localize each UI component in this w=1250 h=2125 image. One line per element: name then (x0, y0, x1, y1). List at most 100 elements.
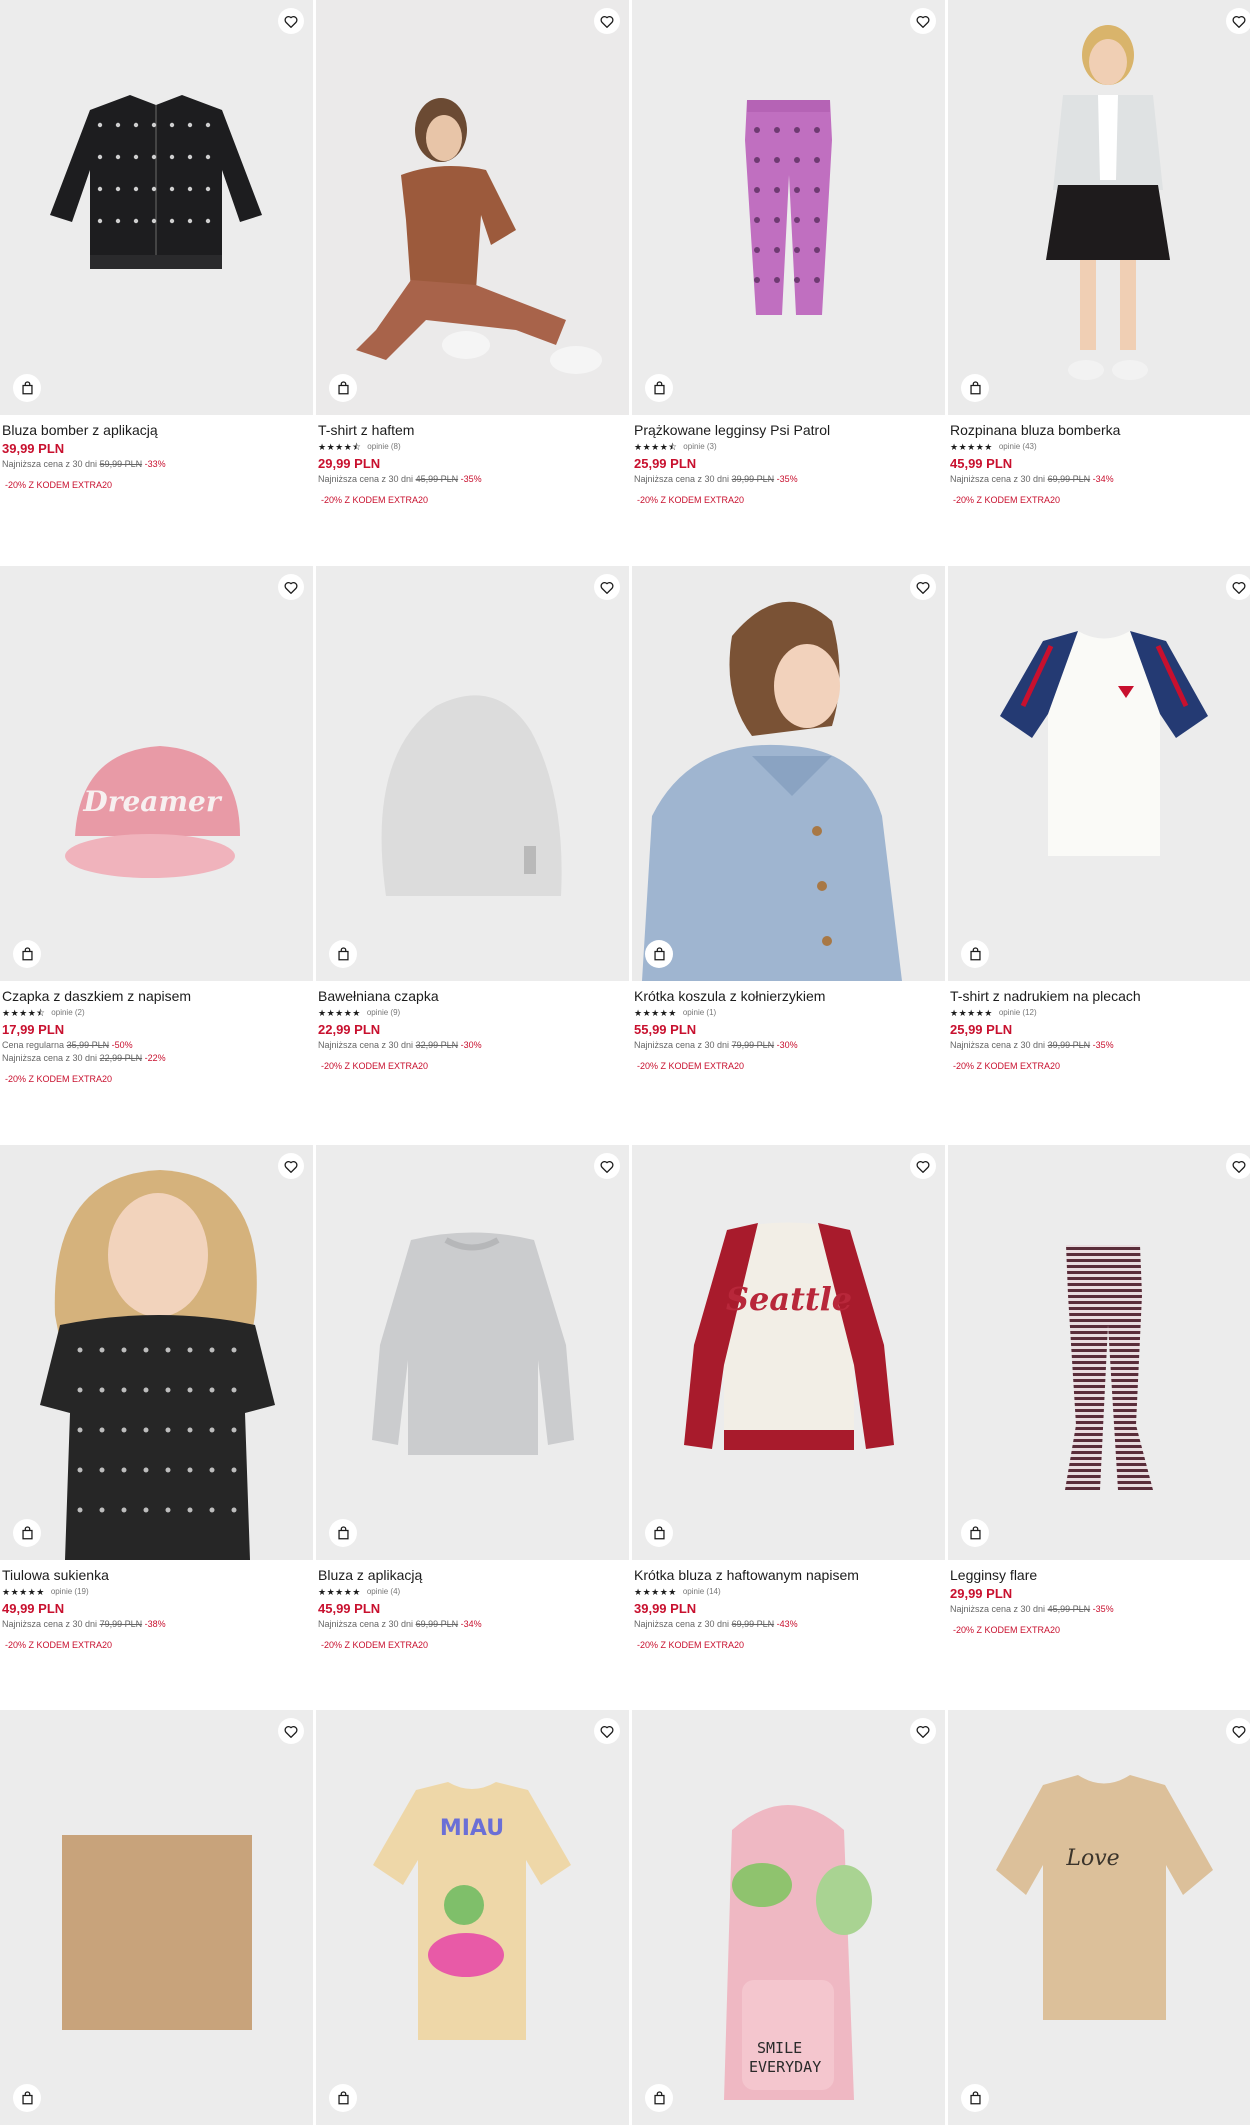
add-to-wishlist-button[interactable] (594, 8, 620, 34)
reviews-count[interactable]: opinie (2) (51, 1006, 84, 1020)
add-to-wishlist-button[interactable] (910, 8, 936, 34)
reviews-count[interactable]: opinie (1) (683, 1006, 716, 1020)
product-price: 29,99 PLN (318, 456, 381, 471)
add-to-cart-button[interactable] (329, 1519, 357, 1547)
shopping-bag-icon (653, 1526, 665, 1540)
add-to-wishlist-button[interactable] (278, 8, 304, 34)
add-to-cart-button[interactable] (961, 374, 989, 402)
add-to-cart-button[interactable] (961, 940, 989, 968)
product-info: Tiulowa sukienka ★★★★★ opinie (19) 49,99… (2, 1566, 307, 1651)
add-to-wishlist-button[interactable] (1226, 1718, 1250, 1744)
heart-icon (284, 15, 298, 28)
product-image[interactable] (632, 0, 945, 415)
heart-icon (284, 581, 298, 594)
product-name[interactable]: T-shirt z nadrukiem na plecach (950, 987, 1250, 1005)
add-to-wishlist-button[interactable] (594, 1718, 620, 1744)
add-to-wishlist-button[interactable] (910, 1153, 936, 1179)
product-name[interactable]: Bawełniana czapka (318, 987, 623, 1005)
product-name[interactable]: Legginsy flare (950, 1566, 1250, 1584)
reviews-count[interactable]: opinie (8) (367, 440, 400, 454)
product-name[interactable]: Bluza bomber z aplikacją (2, 421, 307, 439)
add-to-wishlist-button[interactable] (278, 1153, 304, 1179)
product-image[interactable] (948, 566, 1250, 981)
heart-icon (600, 581, 614, 594)
regular-price: Cena regularna 35,99 PLN -50% (2, 1040, 133, 1050)
reviews-count[interactable]: opinie (14) (683, 1585, 721, 1599)
product-rating: ★★★★★ opinie (19) (2, 1585, 307, 1599)
heart-icon (284, 1160, 298, 1173)
product-info: Bluza bomber z aplikacją 39,99 PLN Najni… (2, 421, 307, 491)
add-to-cart-button[interactable] (645, 940, 673, 968)
add-to-cart-button[interactable] (961, 1519, 989, 1547)
product-name[interactable]: Krótka koszula z kołnierzykiem (634, 987, 939, 1005)
reviews-count[interactable]: opinie (43) (999, 440, 1037, 454)
add-to-wishlist-button[interactable] (910, 574, 936, 600)
product-price: 17,99 PLN (2, 1022, 65, 1037)
product-image[interactable] (948, 1145, 1250, 1560)
add-to-cart-button[interactable] (329, 2084, 357, 2112)
heart-icon (1232, 1160, 1246, 1173)
product-image[interactable] (316, 1145, 629, 1560)
product-name[interactable]: Bluza z aplikacją (318, 1566, 623, 1584)
product-name[interactable]: Tiulowa sukienka (2, 1566, 307, 1584)
product-image[interactable]: Seattle (632, 1145, 945, 1560)
girl-in-tulle-dress-photo (0, 1145, 313, 1560)
reviews-count[interactable]: opinie (4) (367, 1585, 400, 1599)
svg-text:Dreamer: Dreamer (82, 785, 222, 818)
lowest-price-30-days: Najniższa cena z 30 dni 22,99 PLN -22% (2, 1053, 166, 1063)
product-name[interactable]: Rozpinana bluza bomberka (950, 421, 1250, 439)
product-image[interactable] (948, 0, 1250, 415)
product-image[interactable] (0, 1710, 313, 2125)
product-image[interactable]: Love (948, 1710, 1250, 2125)
add-to-cart-button[interactable] (13, 940, 41, 968)
add-to-cart-button[interactable] (645, 374, 673, 402)
product-image[interactable]: MIAU (316, 1710, 629, 2125)
reviews-count[interactable]: opinie (3) (683, 440, 716, 454)
beige-snood-photo (0, 1710, 313, 2125)
add-to-wishlist-button[interactable] (594, 574, 620, 600)
product-rating: ★★★★★ opinie (1) (634, 1006, 939, 1020)
reviews-count[interactable]: opinie (9) (367, 1006, 400, 1020)
shopping-bag-icon (653, 2091, 665, 2105)
add-to-wishlist-button[interactable] (278, 574, 304, 600)
white-raglan-tshirt-photo (948, 566, 1250, 981)
add-to-cart-button[interactable] (961, 2084, 989, 2112)
product-rating: ★★★★⯪ opinie (8) (318, 440, 623, 454)
rating-stars: ★★★★⯪ (318, 442, 362, 452)
add-to-cart-button[interactable] (329, 940, 357, 968)
rating-stars: ★★★★★ (318, 1587, 361, 1597)
reviews-count[interactable]: opinie (12) (999, 1006, 1037, 1020)
add-to-wishlist-button[interactable] (1226, 8, 1250, 34)
product-name[interactable]: Prążkowane legginsy Psi Patrol (634, 421, 939, 439)
product-price: 39,99 PLN (2, 441, 65, 456)
add-to-cart-button[interactable] (13, 1519, 41, 1547)
product-name[interactable]: T-shirt z haftem (318, 421, 623, 439)
add-to-cart-button[interactable] (645, 1519, 673, 1547)
product-image[interactable] (632, 566, 945, 981)
product-name[interactable]: Czapka z daszkiem z napisem (2, 987, 307, 1005)
black-bomber-jacket-photo (0, 0, 313, 415)
add-to-wishlist-button[interactable] (594, 1153, 620, 1179)
product-image[interactable] (316, 566, 629, 981)
product-image[interactable]: Dreamer (0, 566, 313, 981)
product-image[interactable] (316, 0, 629, 415)
product-rating: ★★★★⯪ opinie (3) (634, 440, 939, 454)
add-to-cart-button[interactable] (645, 2084, 673, 2112)
reviews-count[interactable]: opinie (19) (51, 1585, 89, 1599)
product-image[interactable] (0, 0, 313, 415)
lowest-price-30-days: Najniższa cena z 30 dni 79,99 PLN -30% (634, 1040, 798, 1050)
shopping-bag-icon (337, 381, 349, 395)
product-image[interactable]: SMILE EVERYDAY (632, 1710, 945, 2125)
product-name[interactable]: Krótka bluza z haftowanym napisem (634, 1566, 939, 1584)
add-to-wishlist-button[interactable] (910, 1718, 936, 1744)
add-to-wishlist-button[interactable] (1226, 574, 1250, 600)
lowest-price-30-days: Najniższa cena z 30 dni 79,99 PLN -38% (2, 1619, 166, 1629)
add-to-cart-button[interactable] (329, 374, 357, 402)
product-image[interactable] (0, 1145, 313, 1560)
add-to-cart-button[interactable] (13, 374, 41, 402)
add-to-wishlist-button[interactable] (278, 1718, 304, 1744)
beige-tshirt-print-photo: Love (948, 1710, 1250, 2125)
heart-icon (916, 581, 930, 594)
add-to-cart-button[interactable] (13, 2084, 41, 2112)
add-to-wishlist-button[interactable] (1226, 1153, 1250, 1179)
